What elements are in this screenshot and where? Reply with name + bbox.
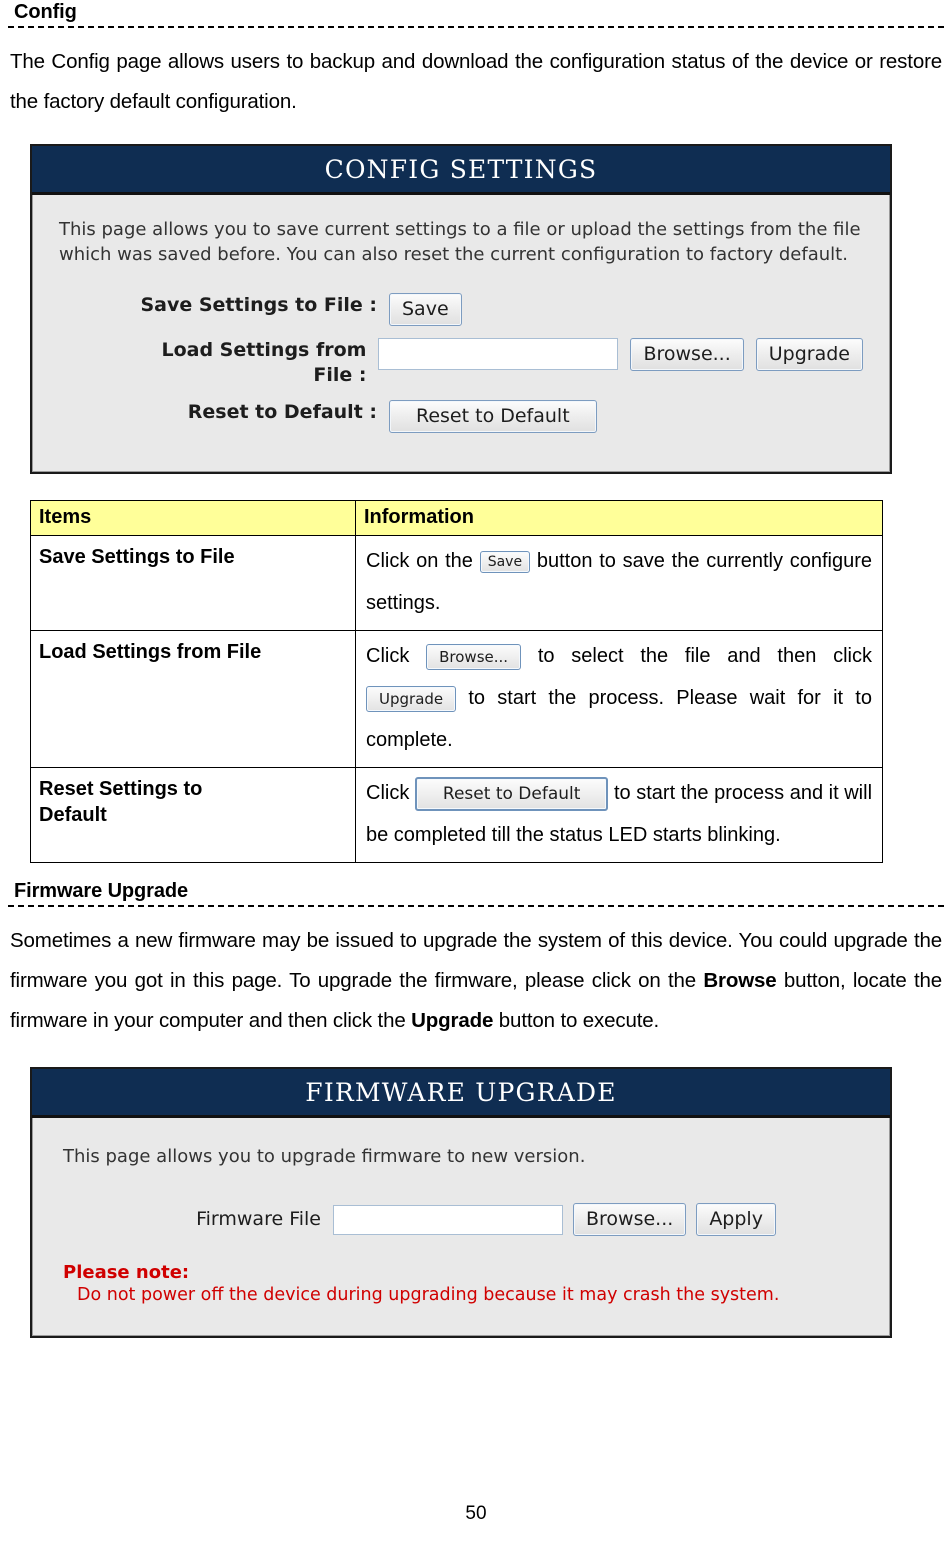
table-row: Save Settings to File Click on the Save … [30, 535, 883, 631]
config-info-table: Items Information Save Settings to File … [30, 500, 883, 863]
save-settings-label: Save Settings to File : [140, 294, 377, 316]
firmware-upgrade-body: This page allows you to upgrade firmware… [32, 1118, 890, 1336]
info-text-pre: Click [366, 782, 415, 804]
config-settings-form: Save Settings to File : Save Load Settin… [59, 293, 863, 433]
config-intro-paragraph: The Config page allows users to backup a… [10, 50, 942, 113]
info-reset-settings-to-default: Click Reset to Default to start the proc… [355, 767, 883, 863]
config-settings-body: This page allows you to save current set… [32, 195, 890, 472]
firmware-intro-paragraph: Sometimes a new firmware may be issued t… [8, 921, 944, 1041]
save-settings-row: Save Settings to File : Save [59, 293, 863, 326]
info-load-settings-from-file: Click Browse... to select the file and t… [355, 630, 883, 768]
save-button[interactable]: Save [389, 293, 462, 326]
info-text-mid: to select the file and then [521, 645, 834, 667]
firmware-browse-button[interactable]: Browse... [573, 1203, 687, 1236]
firmware-note-title: Please note: [63, 1262, 190, 1283]
load-settings-file-input[interactable] [378, 338, 619, 370]
info-save-settings-to-file: Click on the Save button to save the cur… [355, 535, 883, 631]
info-text-mid2: to start the process. Please [456, 687, 750, 709]
fw-par-bold-upgrade: Upgrade [411, 1009, 494, 1032]
table-header-items: Items [30, 500, 356, 536]
fw-par-part3: button to execute. [493, 1009, 660, 1032]
upgrade-button-glyph[interactable]: Upgrade [366, 685, 457, 712]
firmware-file-controls: Browse... Apply [333, 1203, 776, 1236]
table-header-row: Items Information [30, 500, 883, 536]
info-text-pre: Click [366, 645, 427, 667]
firmware-upgrade-screenshot: FIRMWARE UPGRADE This page allows you to… [30, 1067, 892, 1338]
item-line1: Reset Settings to [39, 778, 203, 800]
fw-par-bold-browse: Browse [703, 969, 777, 992]
page-title: Config [14, 1, 77, 23]
table-header-information: Information [355, 500, 883, 536]
firmware-apply-button[interactable]: Apply [696, 1203, 776, 1236]
upgrade-button[interactable]: Upgrade [755, 338, 863, 371]
browse-button-glyph[interactable]: Browse... [426, 643, 522, 670]
config-settings-window: CONFIG SETTINGS This page allows you to … [30, 144, 892, 474]
item-load-settings-from-file: Load Settings from File [30, 630, 356, 768]
load-settings-label: Load Settings from File : [59, 338, 378, 388]
info-text-mid: to start the [608, 782, 715, 804]
firmware-file-label: Firmware File [196, 1208, 321, 1230]
info-text-pre2: click [833, 645, 872, 667]
firmware-note-text: Do not power off the device during upgra… [77, 1285, 780, 1305]
reset-default-row: Reset to Default : Reset to Default [59, 400, 863, 433]
load-settings-label-line2: File : [313, 364, 367, 386]
reset-default-controls: Reset to Default [389, 400, 597, 433]
browse-button[interactable]: Browse... [630, 338, 744, 371]
item-line2: Default [39, 804, 107, 826]
firmware-upgrade-description: This page allows you to upgrade firmware… [63, 1146, 586, 1167]
config-settings-description: This page allows you to save current set… [59, 219, 861, 265]
table-row: Reset Settings to Default Click Reset to… [30, 767, 883, 863]
info-text-mid: button to save the [530, 550, 707, 572]
item-reset-settings-to-default: Reset Settings to Default [30, 767, 356, 863]
reset-to-default-button-glyph[interactable]: Reset to Default [414, 776, 609, 811]
firmware-file-row: Firmware File Browse... Apply [63, 1203, 859, 1236]
config-settings-titlebar: CONFIG SETTINGS [32, 146, 890, 195]
config-settings-screenshot: CONFIG SETTINGS This page allows you to … [30, 144, 892, 474]
save-settings-controls: Save [389, 293, 462, 326]
save-button-glyph[interactable]: Save [479, 550, 531, 573]
section-firmware-upgrade: Firmware Upgrade Sometimes a new firmwar… [8, 879, 944, 1041]
load-settings-row: Load Settings from File : Browse... Upgr… [59, 338, 863, 388]
firmware-upgrade-titlebar: FIRMWARE UPGRADE [32, 1069, 890, 1118]
firmware-file-input[interactable] [333, 1204, 563, 1235]
firmware-upgrade-window: FIRMWARE UPGRADE This page allows you to… [30, 1067, 892, 1338]
heading-divider [8, 905, 944, 907]
document-page: Config The Config page allows users to b… [0, 0, 952, 1543]
table-row: Load Settings from File Click Browse... … [30, 630, 883, 768]
load-settings-label-line1: Load Settings from [161, 339, 367, 361]
reset-to-default-button[interactable]: Reset to Default [389, 400, 597, 433]
load-settings-controls: Browse... Upgrade [378, 338, 863, 371]
info-text-post: status LED starts blinking. [549, 824, 781, 846]
heading-divider [8, 26, 944, 28]
info-text-pre: Click on the [366, 550, 480, 572]
firmware-upgrade-title: Firmware Upgrade [14, 880, 189, 902]
section-config: Config The Config page allows users to b… [8, 0, 944, 122]
item-save-settings-to-file: Save Settings to File [30, 535, 356, 631]
page-number: 50 [465, 1503, 487, 1524]
reset-default-label: Reset to Default : [187, 401, 377, 423]
